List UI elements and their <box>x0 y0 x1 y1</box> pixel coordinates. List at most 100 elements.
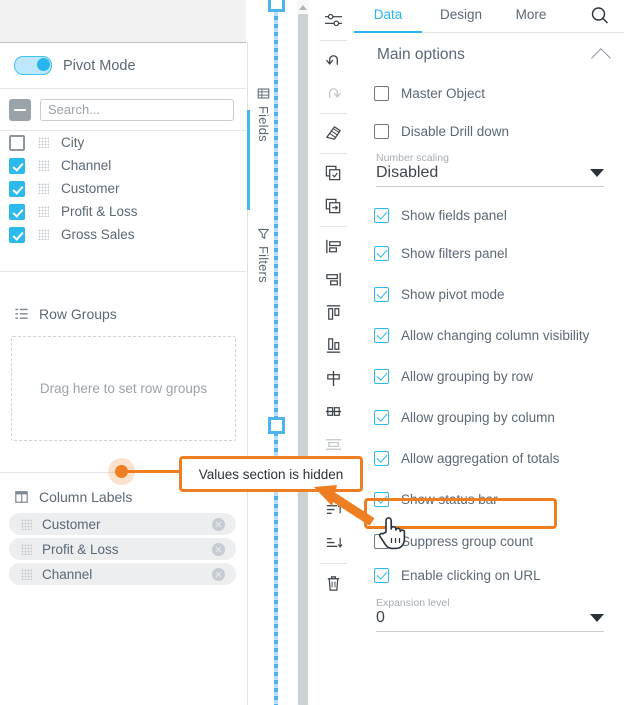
align-bottom-icon[interactable] <box>313 329 354 362</box>
copy-arrow-icon[interactable] <box>313 190 354 223</box>
remove-chip-icon[interactable] <box>212 517 225 531</box>
column-label-chip[interactable]: Channel <box>9 563 236 585</box>
main-options-header[interactable]: Main options <box>354 33 624 77</box>
chip-label: Profit & Loss <box>42 541 119 557</box>
tab-design[interactable]: Design <box>422 0 500 22</box>
align-right-icon[interactable] <box>313 263 354 296</box>
field-row-gross-sales[interactable]: Gross Sales <box>0 223 246 246</box>
option-show-filters-panel[interactable]: Show filters panel <box>354 233 624 274</box>
option-label: Show pivot mode <box>401 287 505 302</box>
search-icon[interactable] <box>589 5 611 27</box>
remove-chip-icon[interactable] <box>212 567 225 581</box>
row-groups-dropzone[interactable]: Drag here to set row groups <box>11 336 236 441</box>
pivot-mode-row[interactable]: Pivot Mode <box>0 43 246 89</box>
option-checkbox[interactable] <box>374 451 389 466</box>
number-scaling-field[interactable]: Number scaling Disabled <box>354 152 624 187</box>
option-checkbox[interactable] <box>374 287 389 302</box>
resize-handle-top[interactable] <box>268 0 285 12</box>
drag-grip-icon[interactable] <box>38 160 49 171</box>
option-label: Allow changing column visibility <box>401 328 590 343</box>
tab-more[interactable]: More <box>500 0 562 22</box>
drag-grip-icon[interactable] <box>21 518 32 530</box>
collapse-all-icon[interactable] <box>9 98 31 121</box>
panel-tabbar: Data Design More <box>354 0 624 33</box>
scrollbar-thumb[interactable] <box>298 14 308 705</box>
dropzone-hint: Drag here to set row groups <box>39 381 208 396</box>
option-enable-clicking-on-url[interactable]: Enable clicking on URL <box>354 562 624 588</box>
option-checkbox[interactable] <box>374 567 389 583</box>
field-checkbox[interactable] <box>9 226 25 243</box>
option-show-pivot-mode[interactable]: Show pivot mode <box>354 274 624 315</box>
option-checkbox[interactable] <box>374 208 389 223</box>
option-allow-grouping-by-row[interactable]: Allow grouping by row <box>354 356 624 397</box>
scroll-up-arrow-icon[interactable] <box>299 5 307 10</box>
remove-chip-icon[interactable] <box>212 542 225 556</box>
drag-grip-icon[interactable] <box>38 206 49 217</box>
option-master-object[interactable]: Master Object <box>354 77 624 110</box>
eraser-icon[interactable] <box>313 117 354 150</box>
option-disable-drill-down[interactable]: Disable Drill down <box>354 110 624 152</box>
option-checkbox[interactable] <box>374 369 389 384</box>
drag-grip-icon[interactable] <box>38 137 49 148</box>
toolbar-divider <box>320 563 347 564</box>
number-scaling-select[interactable]: Disabled <box>376 164 604 187</box>
field-label: Profit & Loss <box>61 204 138 219</box>
toolbar-divider <box>320 153 347 154</box>
tab-data[interactable]: Data <box>354 0 422 22</box>
toggle-knob <box>37 58 50 71</box>
pivot-fields-panel: Pivot Mode City Channel Customer Profit … <box>0 0 246 705</box>
align-left-icon[interactable] <box>313 230 354 263</box>
option-allow-grouping-by-column[interactable]: Allow grouping by column <box>354 397 624 438</box>
field-checkbox[interactable] <box>9 180 25 197</box>
toolbar-divider <box>320 113 347 114</box>
drag-grip-icon[interactable] <box>21 568 32 580</box>
distribute-vertical-icon[interactable] <box>313 362 354 395</box>
option-checkbox[interactable] <box>374 410 389 425</box>
redo-icon[interactable] <box>313 77 354 110</box>
option-show-fields-panel[interactable]: Show fields panel <box>354 198 624 233</box>
sort-down-icon[interactable] <box>313 527 354 560</box>
active-tab-underline <box>354 31 422 33</box>
trash-icon[interactable] <box>313 567 354 600</box>
settings-sliders-icon[interactable] <box>313 4 354 37</box>
field-label: Channel <box>61 158 112 173</box>
field-row-profit-loss[interactable]: Profit & Loss <box>0 200 246 223</box>
field-checkbox[interactable] <box>9 203 25 220</box>
undo-icon[interactable] <box>313 44 354 77</box>
pivot-mode-toggle[interactable] <box>14 56 52 75</box>
option-checkbox[interactable] <box>374 328 389 343</box>
drag-grip-icon[interactable] <box>38 183 49 194</box>
column-label-chip[interactable]: Profit & Loss <box>9 538 236 560</box>
active-indicator <box>247 110 250 210</box>
field-row-city[interactable]: City <box>0 131 246 154</box>
option-allow-changing-column-visibility[interactable]: Allow changing column visibility <box>354 315 624 356</box>
field-caption: Number scaling <box>376 152 449 164</box>
drag-grip-icon[interactable] <box>38 229 49 240</box>
field-row-customer[interactable]: Customer <box>0 177 246 200</box>
resize-handle-middle[interactable] <box>268 417 285 434</box>
option-checkbox[interactable] <box>374 246 389 261</box>
expansion-level-field[interactable]: Expansion level 0 <box>354 597 624 632</box>
panel-resize-guide[interactable] <box>274 0 278 705</box>
option-label: Suppress group count <box>401 533 534 549</box>
mouse-cursor-hand-icon <box>378 517 406 550</box>
chevron-down-icon[interactable] <box>590 169 604 177</box>
field-checkbox[interactable] <box>9 134 25 151</box>
column-label-chip[interactable]: Customer <box>9 513 236 535</box>
chevron-up-icon[interactable] <box>591 47 611 68</box>
expansion-level-select[interactable]: 0 <box>376 609 604 632</box>
option-checkbox[interactable] <box>374 86 389 101</box>
drag-grip-icon[interactable] <box>21 543 32 555</box>
chevron-down-icon[interactable] <box>590 614 604 622</box>
distribute-horizontal-icon[interactable] <box>313 395 354 428</box>
field-checkbox[interactable] <box>9 157 25 174</box>
field-label: Gross Sales <box>61 227 135 242</box>
align-top-icon[interactable] <box>313 296 354 329</box>
field-row-channel[interactable]: Channel <box>0 154 246 177</box>
option-checkbox[interactable] <box>374 123 389 139</box>
option-allow-aggregation-of-totals[interactable]: Allow aggregation of totals <box>354 438 624 479</box>
toolbar-divider <box>320 40 347 41</box>
column-labels-icon <box>15 491 28 503</box>
copy-check-icon[interactable] <box>313 157 354 190</box>
search-input[interactable] <box>40 98 234 121</box>
